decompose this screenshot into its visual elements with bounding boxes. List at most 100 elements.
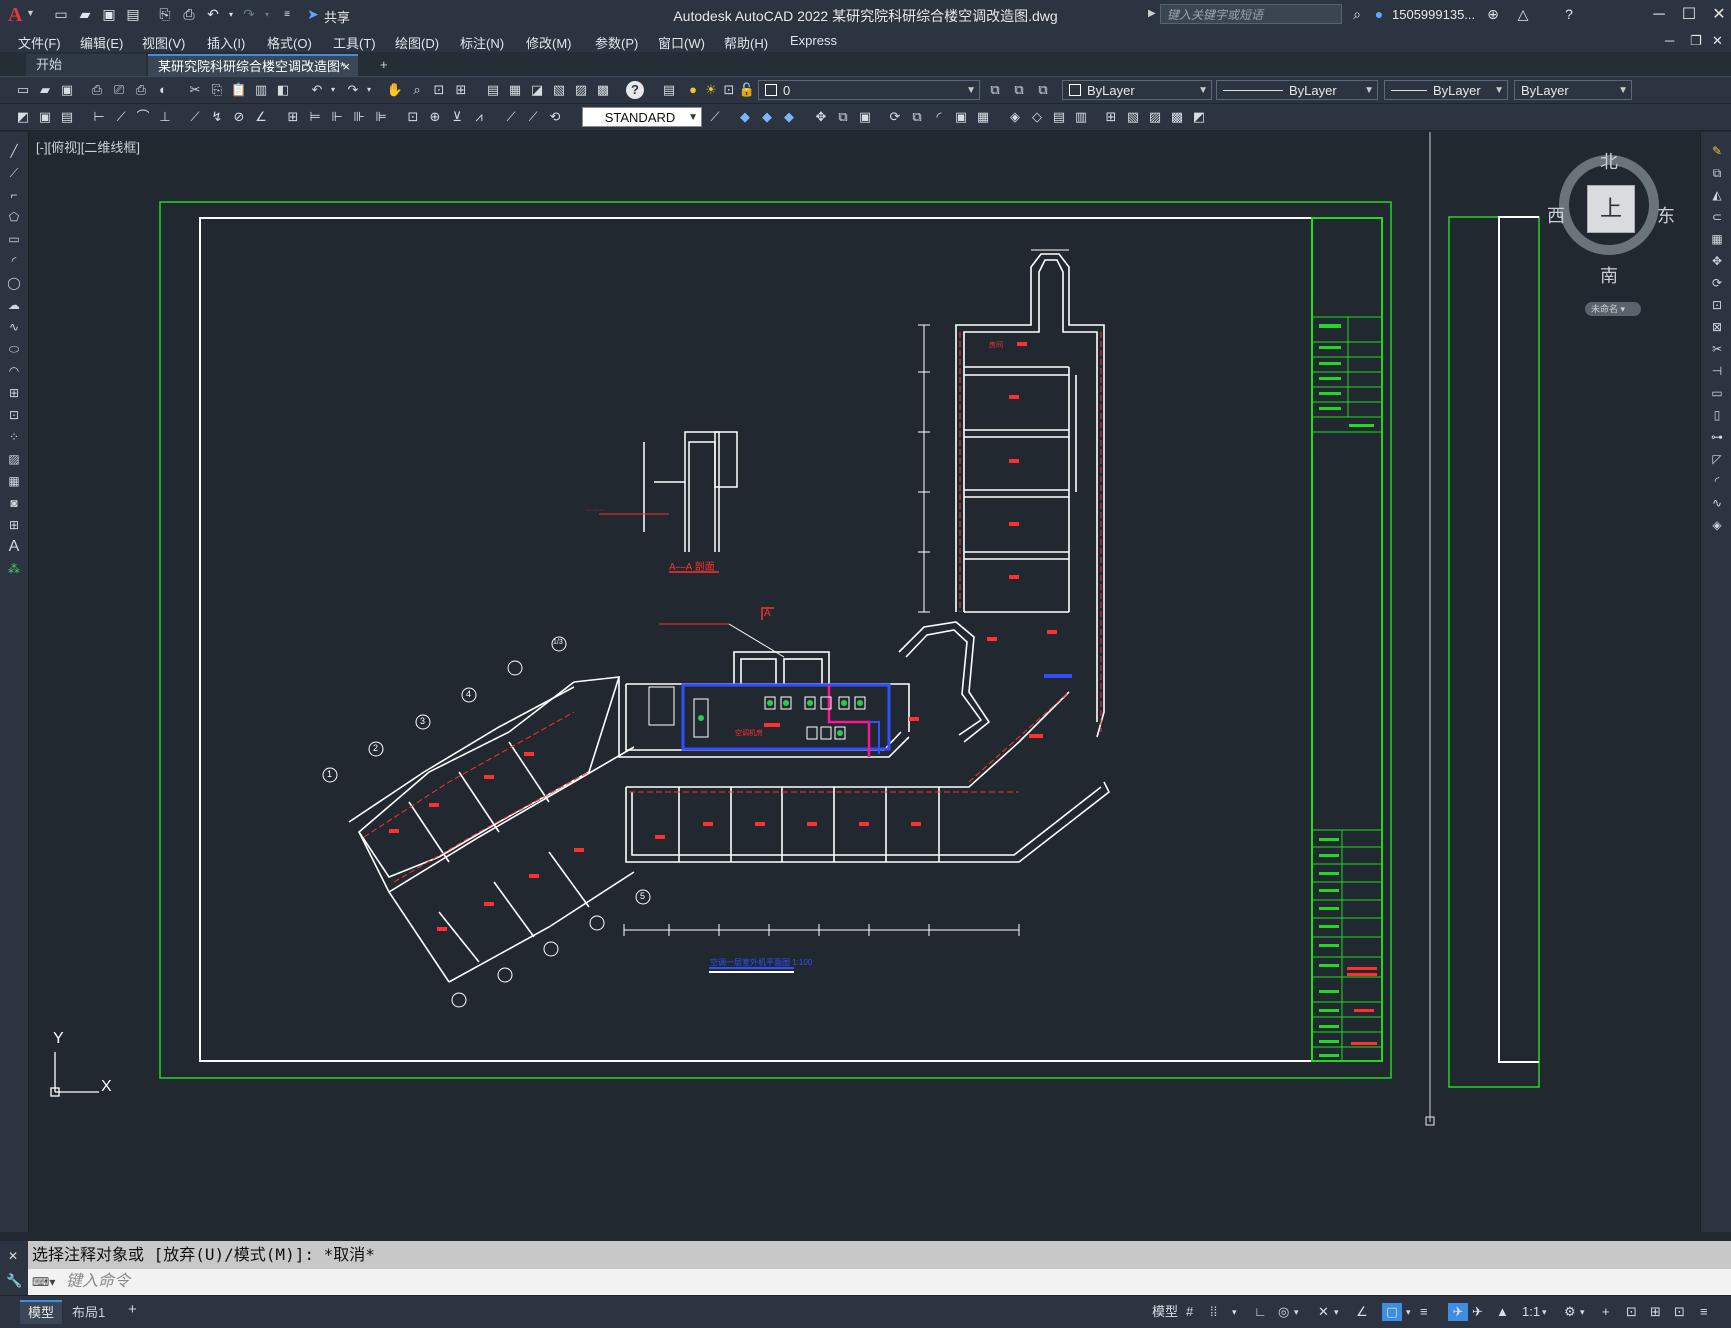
search-input[interactable]: 键入关键字或短语 (1160, 4, 1342, 24)
move-icon[interactable]: ✥ (812, 108, 830, 126)
qnew-icon[interactable]: ▭ (14, 81, 32, 99)
image-icon[interactable]: ▩ (1168, 108, 1186, 126)
quick-dim-icon[interactable]: ⊞ (284, 108, 302, 126)
new-tab-button[interactable]: + (370, 54, 394, 76)
explode-icon[interactable]: ◇ (1028, 108, 1046, 126)
search-icon[interactable]: ⌕ (1348, 6, 1366, 22)
copy-tool-icon[interactable]: ⧉ (1708, 164, 1726, 182)
dim-style-icon[interactable]: ⟋ (706, 108, 724, 126)
layer-combo[interactable]: 0 ▼ (758, 80, 980, 100)
explode-tool-icon[interactable]: ◈ (1708, 516, 1726, 534)
layer-properties-icon[interactable]: ▤ (660, 81, 678, 99)
menu-parametric[interactable]: 参数(P) (595, 33, 638, 52)
break-point-tool-icon[interactable]: ▭ (1708, 384, 1726, 402)
break-tool-icon[interactable]: ▯ (1708, 406, 1726, 424)
tolerance-icon[interactable]: ⊡ (404, 108, 422, 126)
menu-edit[interactable]: 编辑(E) (80, 33, 123, 52)
polygon-tool-icon[interactable]: ⬠ (5, 208, 23, 226)
markup-icon[interactable]: ▨ (572, 81, 590, 99)
object-select-icon[interactable]: ◩ (14, 108, 32, 126)
minimize-button[interactable]: ─ (1644, 4, 1674, 26)
command-input[interactable]: ⌨▾ 键入命令 (28, 1269, 1731, 1295)
zoom-window-icon[interactable]: ⊡ (430, 81, 448, 99)
move-tool-icon[interactable]: ✥ (1708, 252, 1726, 270)
chamfer-tool-icon[interactable]: ◸ (1708, 450, 1726, 468)
layer-previous-icon[interactable]: ⧉ (1010, 81, 1028, 99)
hatch-tool-icon[interactable]: ▨ (5, 450, 23, 468)
cut-icon[interactable]: ✂ (186, 81, 204, 99)
viewcube-face-top[interactable]: 上 (1587, 185, 1635, 233)
fillet-icon[interactable]: ◜ (930, 108, 948, 126)
plot-tb-icon[interactable]: ⎙ (88, 81, 106, 99)
polyline-tool-icon[interactable]: ⌐ (5, 186, 23, 204)
menu-modify[interactable]: 修改(M) (526, 33, 572, 52)
design-center-icon[interactable]: ▦ (506, 81, 524, 99)
osnap-dropdown-icon[interactable]: ▾ (1406, 1303, 1411, 1321)
presspull-icon[interactable]: ◆ (780, 108, 798, 126)
jogged-linear-icon[interactable]: ⩘ (470, 108, 488, 126)
isodraft-dropdown-icon[interactable]: ▾ (1334, 1303, 1339, 1321)
offset-icon[interactable]: ▤ (1050, 108, 1068, 126)
doc-restore-button[interactable]: ❐ (1690, 33, 1702, 49)
recent-commands-icon[interactable]: ⌨▾ (32, 1269, 55, 1295)
layout-tab-model[interactable]: 模型 (20, 1300, 62, 1324)
line-tool-icon[interactable]: ╱ (5, 142, 23, 160)
scale-tool-icon[interactable]: ⊡ (1708, 296, 1726, 314)
mirror-tool-icon[interactable]: ◭ (1708, 186, 1726, 204)
stretch-tool-icon[interactable]: ⊠ (1708, 318, 1726, 336)
isodraft-icon[interactable]: ✕ (1318, 1303, 1329, 1321)
dim-space-icon[interactable]: ⊪ (350, 108, 368, 126)
menu-file[interactable]: 文件(F) (18, 33, 61, 52)
open-icon[interactable]: ▰ (36, 81, 54, 99)
spline-tool-icon[interactable]: ∿ (5, 318, 23, 336)
offset-tool-icon[interactable]: ⊂ (1708, 208, 1726, 226)
arc-tool-icon[interactable]: ◜ (5, 252, 23, 270)
redo-tb-dropdown-icon[interactable]: ▾ (360, 81, 378, 99)
autodesk-app-icon[interactable]: △ (1514, 6, 1532, 22)
dim-edit-icon[interactable]: ⟋ (502, 108, 520, 126)
table-tool-icon[interactable]: ⊞ (5, 516, 23, 534)
drawing-canvas[interactable]: ········ A—A 剖面 A 空调一层室外机平面图 1:100 空调机房 … (29, 132, 1699, 1235)
zoom-previous-icon[interactable]: ⊞ (452, 81, 470, 99)
aligned-dim-icon[interactable]: ⟋ (112, 108, 130, 126)
auto-scale-icon[interactable]: ✈ (1472, 1303, 1483, 1321)
box-icon[interactable]: ◆ (736, 108, 754, 126)
extrude-icon[interactable]: ◆ (758, 108, 776, 126)
scale-dropdown-icon[interactable]: ▾ (1542, 1303, 1547, 1321)
copy-obj-icon[interactable]: ⧉ (834, 108, 852, 126)
point-tool-icon[interactable]: ⁘ (5, 428, 23, 446)
rectangle-tool-icon[interactable]: ▭ (5, 230, 23, 248)
snap-icon[interactable]: ⁞⁞ (1210, 1303, 1217, 1321)
trim-tool-icon[interactable]: ✂ (1708, 340, 1726, 358)
erase-icon[interactable]: ◈ (1006, 108, 1024, 126)
xref-icon[interactable]: ▨ (1146, 108, 1164, 126)
join-tool-icon[interactable]: ⊶ (1708, 428, 1726, 446)
angular-dim-icon[interactable]: ∠ (252, 108, 270, 126)
menu-dimension[interactable]: 标注(N) (460, 33, 504, 52)
undo-tb-dropdown-icon[interactable]: ▾ (324, 81, 342, 99)
ellipse-arc-tool-icon[interactable]: ◠ (5, 362, 23, 380)
publish-icon[interactable]: ⎙ (132, 81, 150, 99)
linear-dim-icon[interactable]: ⊢ (90, 108, 108, 126)
rotate-tool-icon[interactable]: ⟳ (1708, 274, 1726, 292)
revcloud-tool-icon[interactable]: ☁ (5, 296, 23, 314)
command-customize-icon[interactable]: 🔧 (6, 1273, 22, 1289)
units-icon[interactable]: ⊡ (1626, 1303, 1637, 1321)
osnap-icon[interactable]: ▢ (1382, 1303, 1402, 1321)
viewport-controls[interactable]: [-][俯视][二维线框] (36, 137, 140, 156)
viewcube-east[interactable]: 东 (1657, 202, 1675, 228)
dim-break-icon[interactable]: ⊫ (372, 108, 390, 126)
menu-window[interactable]: 窗口(W) (658, 33, 705, 52)
customization-icon[interactable]: ≡ (1700, 1303, 1708, 1321)
wcs-menu[interactable]: 未命名 ▾ (1585, 302, 1641, 316)
select-similar-icon[interactable]: ▤ (58, 108, 76, 126)
circle-tool-icon[interactable]: ◯ (5, 274, 23, 292)
grid-icon[interactable]: # (1186, 1303, 1193, 1321)
mtext-tool-icon[interactable]: A (5, 538, 23, 556)
array-icon[interactable]: ▦ (974, 108, 992, 126)
gradient-tool-icon[interactable]: ▦ (5, 472, 23, 490)
plotstyle-combo[interactable]: ByLayer ▼ (1514, 80, 1632, 100)
viewcube-north[interactable]: 北 (1600, 148, 1618, 174)
properties-icon[interactable]: ▤ (484, 81, 502, 99)
region-tool-icon[interactable]: ◙ (5, 494, 23, 512)
